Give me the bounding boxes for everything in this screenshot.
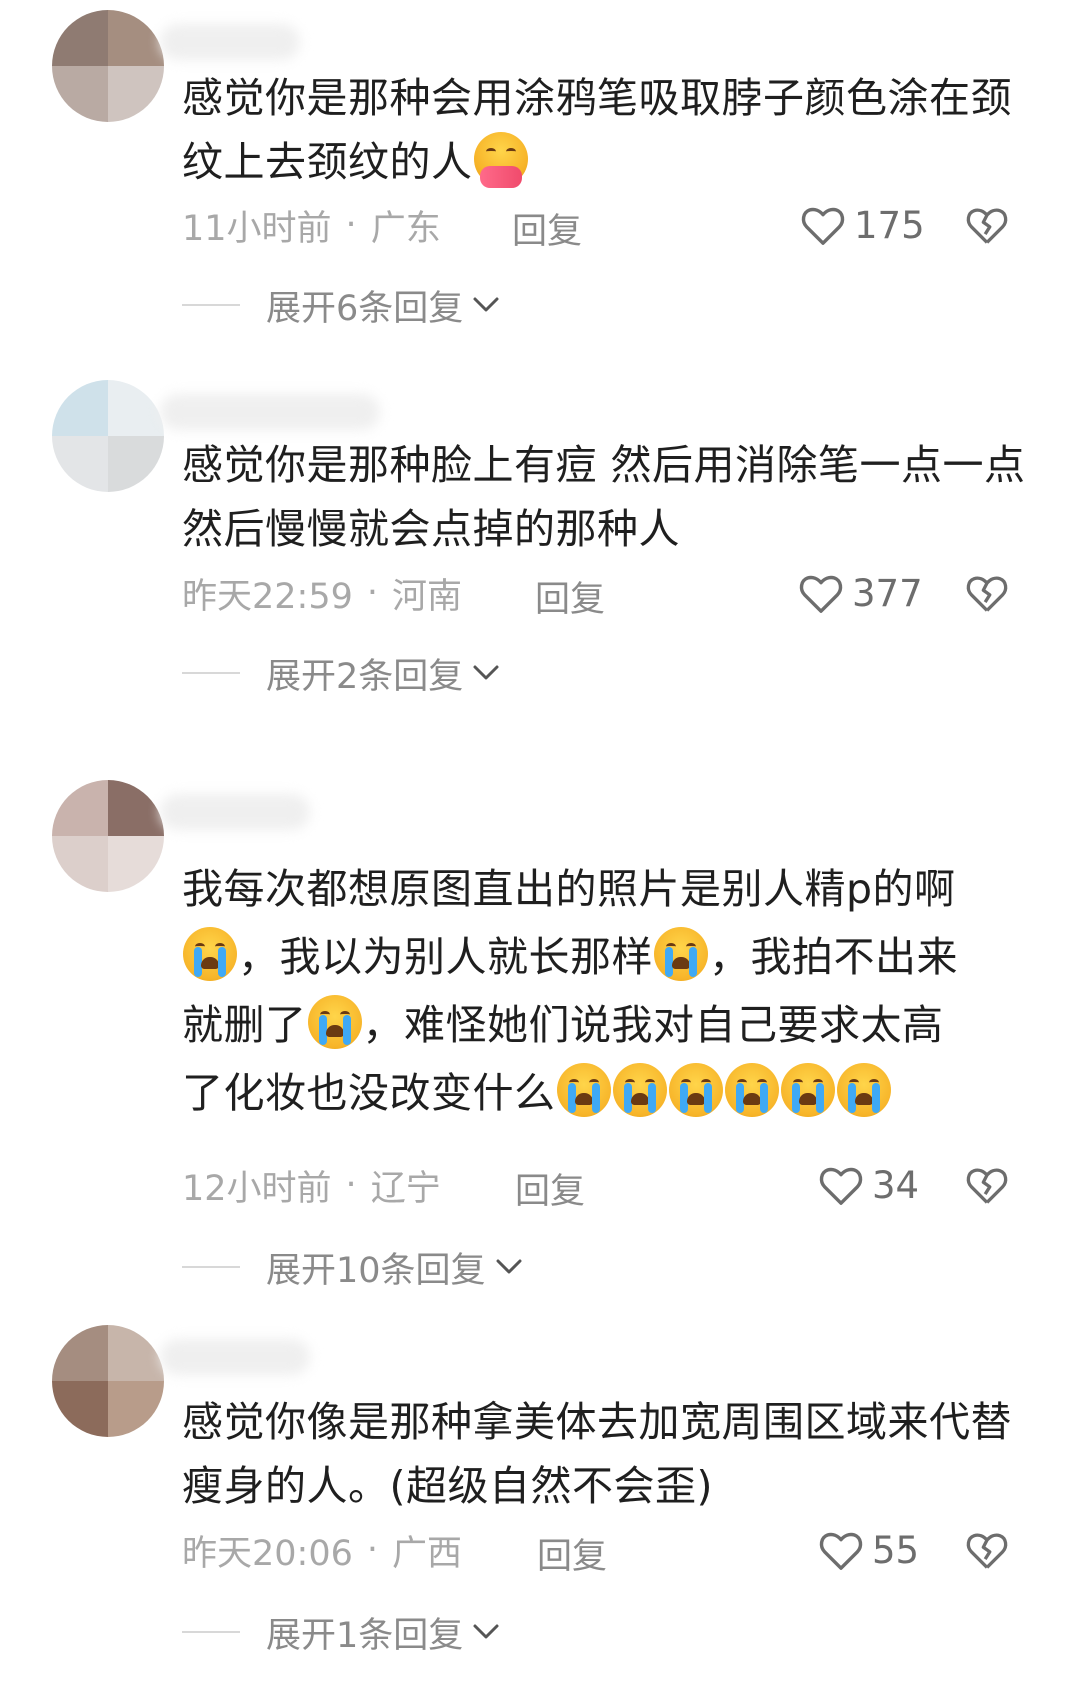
meta-separator: · <box>366 573 379 613</box>
broken-heart-icon[interactable] <box>965 1163 1009 1207</box>
meta-separator: · <box>366 1530 379 1570</box>
username-blurred[interactable] <box>160 394 380 430</box>
like-button[interactable]: 377 <box>798 568 923 618</box>
comment-meta: 昨天22:59 · 河南 <box>182 568 462 618</box>
reply-button[interactable]: 回复 <box>535 571 605 622</box>
like-count: 34 <box>872 1163 920 1207</box>
loudly-crying-face-emoji <box>668 1063 723 1117</box>
loudly-crying-face-emoji <box>183 927 237 981</box>
like-count: 175 <box>854 203 925 247</box>
chevron-down-icon <box>496 1259 522 1274</box>
heart-outline-icon <box>819 1532 863 1570</box>
reply-button[interactable]: 回复 <box>515 1163 585 1214</box>
divider-line <box>182 1266 240 1268</box>
divider-line <box>182 1631 240 1633</box>
broken-heart-icon[interactable] <box>965 203 1009 247</box>
avatar[interactable] <box>52 10 164 122</box>
comment-location: 辽宁 <box>370 1168 441 1209</box>
loudly-crying-face-emoji <box>612 1063 667 1117</box>
loudly-crying-face-emoji <box>556 1063 611 1117</box>
expand-replies-label: 展开2条回复 <box>266 656 464 697</box>
expand-replies-label: 展开10条回复 <box>266 1250 486 1291</box>
comment-text: 我每次都想原图直出的照片是别人精p的啊 ，我以为别人就长那样 ，我拍不出来 就删了… <box>182 865 958 1117</box>
expand-replies[interactable]: 展开2条回复 <box>182 648 501 698</box>
comment-time: 昨天22:59 <box>182 576 353 617</box>
broken-heart-icon[interactable] <box>965 1528 1009 1572</box>
comment-text: 感觉你是那种脸上有痘 然后用消除笔一点一点 然后慢慢就会点掉的那种人 <box>182 441 1026 553</box>
loudly-crying-face-emoji <box>836 1063 891 1117</box>
hugging-face-emoji <box>473 132 528 188</box>
username-blurred[interactable] <box>160 794 310 830</box>
loudly-crying-face-emoji <box>780 1063 835 1117</box>
divider-line <box>182 304 240 306</box>
like-button[interactable]: 175 <box>800 200 925 250</box>
comment-text: 感觉你是那种会用涂鸦笔吸取脖子颜色涂在颈纹上去颈纹的人 <box>182 74 1012 188</box>
reply-button[interactable]: 回复 <box>512 203 582 254</box>
expand-replies[interactable]: 展开6条回复 <box>182 280 501 330</box>
comment-text: 感觉你像是那种拿美体去加宽周围区域来代替瘦身的人。(超级自然不会歪) <box>182 1398 1012 1510</box>
comment-time: 昨天20:06 <box>182 1533 353 1574</box>
avatar[interactable] <box>52 1325 164 1437</box>
comment-meta: 11小时前 · 广东 <box>182 200 441 250</box>
comment-meta: 12小时前 · 辽宁 <box>182 1160 441 1210</box>
chevron-down-icon <box>473 1624 499 1639</box>
expand-replies-label: 展开6条回复 <box>266 288 464 329</box>
expand-replies-label: 展开1条回复 <box>266 1615 464 1656</box>
expand-replies[interactable]: 展开1条回复 <box>182 1607 501 1657</box>
reply-button[interactable]: 回复 <box>537 1528 607 1579</box>
comment-meta: 昨天20:06 · 广西 <box>182 1525 462 1575</box>
like-button[interactable]: 34 <box>818 1160 919 1210</box>
username-blurred[interactable] <box>160 1339 310 1375</box>
like-button[interactable]: 55 <box>818 1525 919 1575</box>
avatar[interactable] <box>52 780 164 892</box>
loudly-crying-face-emoji <box>654 927 708 981</box>
comment-location: 广西 <box>392 1533 463 1574</box>
username-blurred[interactable] <box>160 24 300 60</box>
avatar[interactable] <box>52 380 164 492</box>
comment-time: 11小时前 <box>182 208 332 249</box>
like-count: 377 <box>852 571 923 615</box>
comment-location: 河南 <box>392 576 463 617</box>
meta-separator: · <box>345 1165 357 1205</box>
expand-replies[interactable]: 展开10条回复 <box>182 1242 524 1292</box>
chevron-down-icon <box>473 665 499 680</box>
loudly-crying-face-emoji <box>724 1063 779 1117</box>
divider-line <box>182 672 240 674</box>
heart-outline-icon <box>799 575 843 613</box>
comment-time: 12小时前 <box>182 1168 332 1209</box>
heart-outline-icon <box>819 1167 863 1205</box>
broken-heart-icon[interactable] <box>965 571 1009 615</box>
meta-separator: · <box>345 205 357 245</box>
comment-location: 广东 <box>370 208 441 249</box>
heart-outline-icon <box>801 207 845 245</box>
loudly-crying-face-emoji <box>307 995 362 1049</box>
chevron-down-icon <box>473 297 499 312</box>
like-count: 55 <box>872 1528 920 1572</box>
